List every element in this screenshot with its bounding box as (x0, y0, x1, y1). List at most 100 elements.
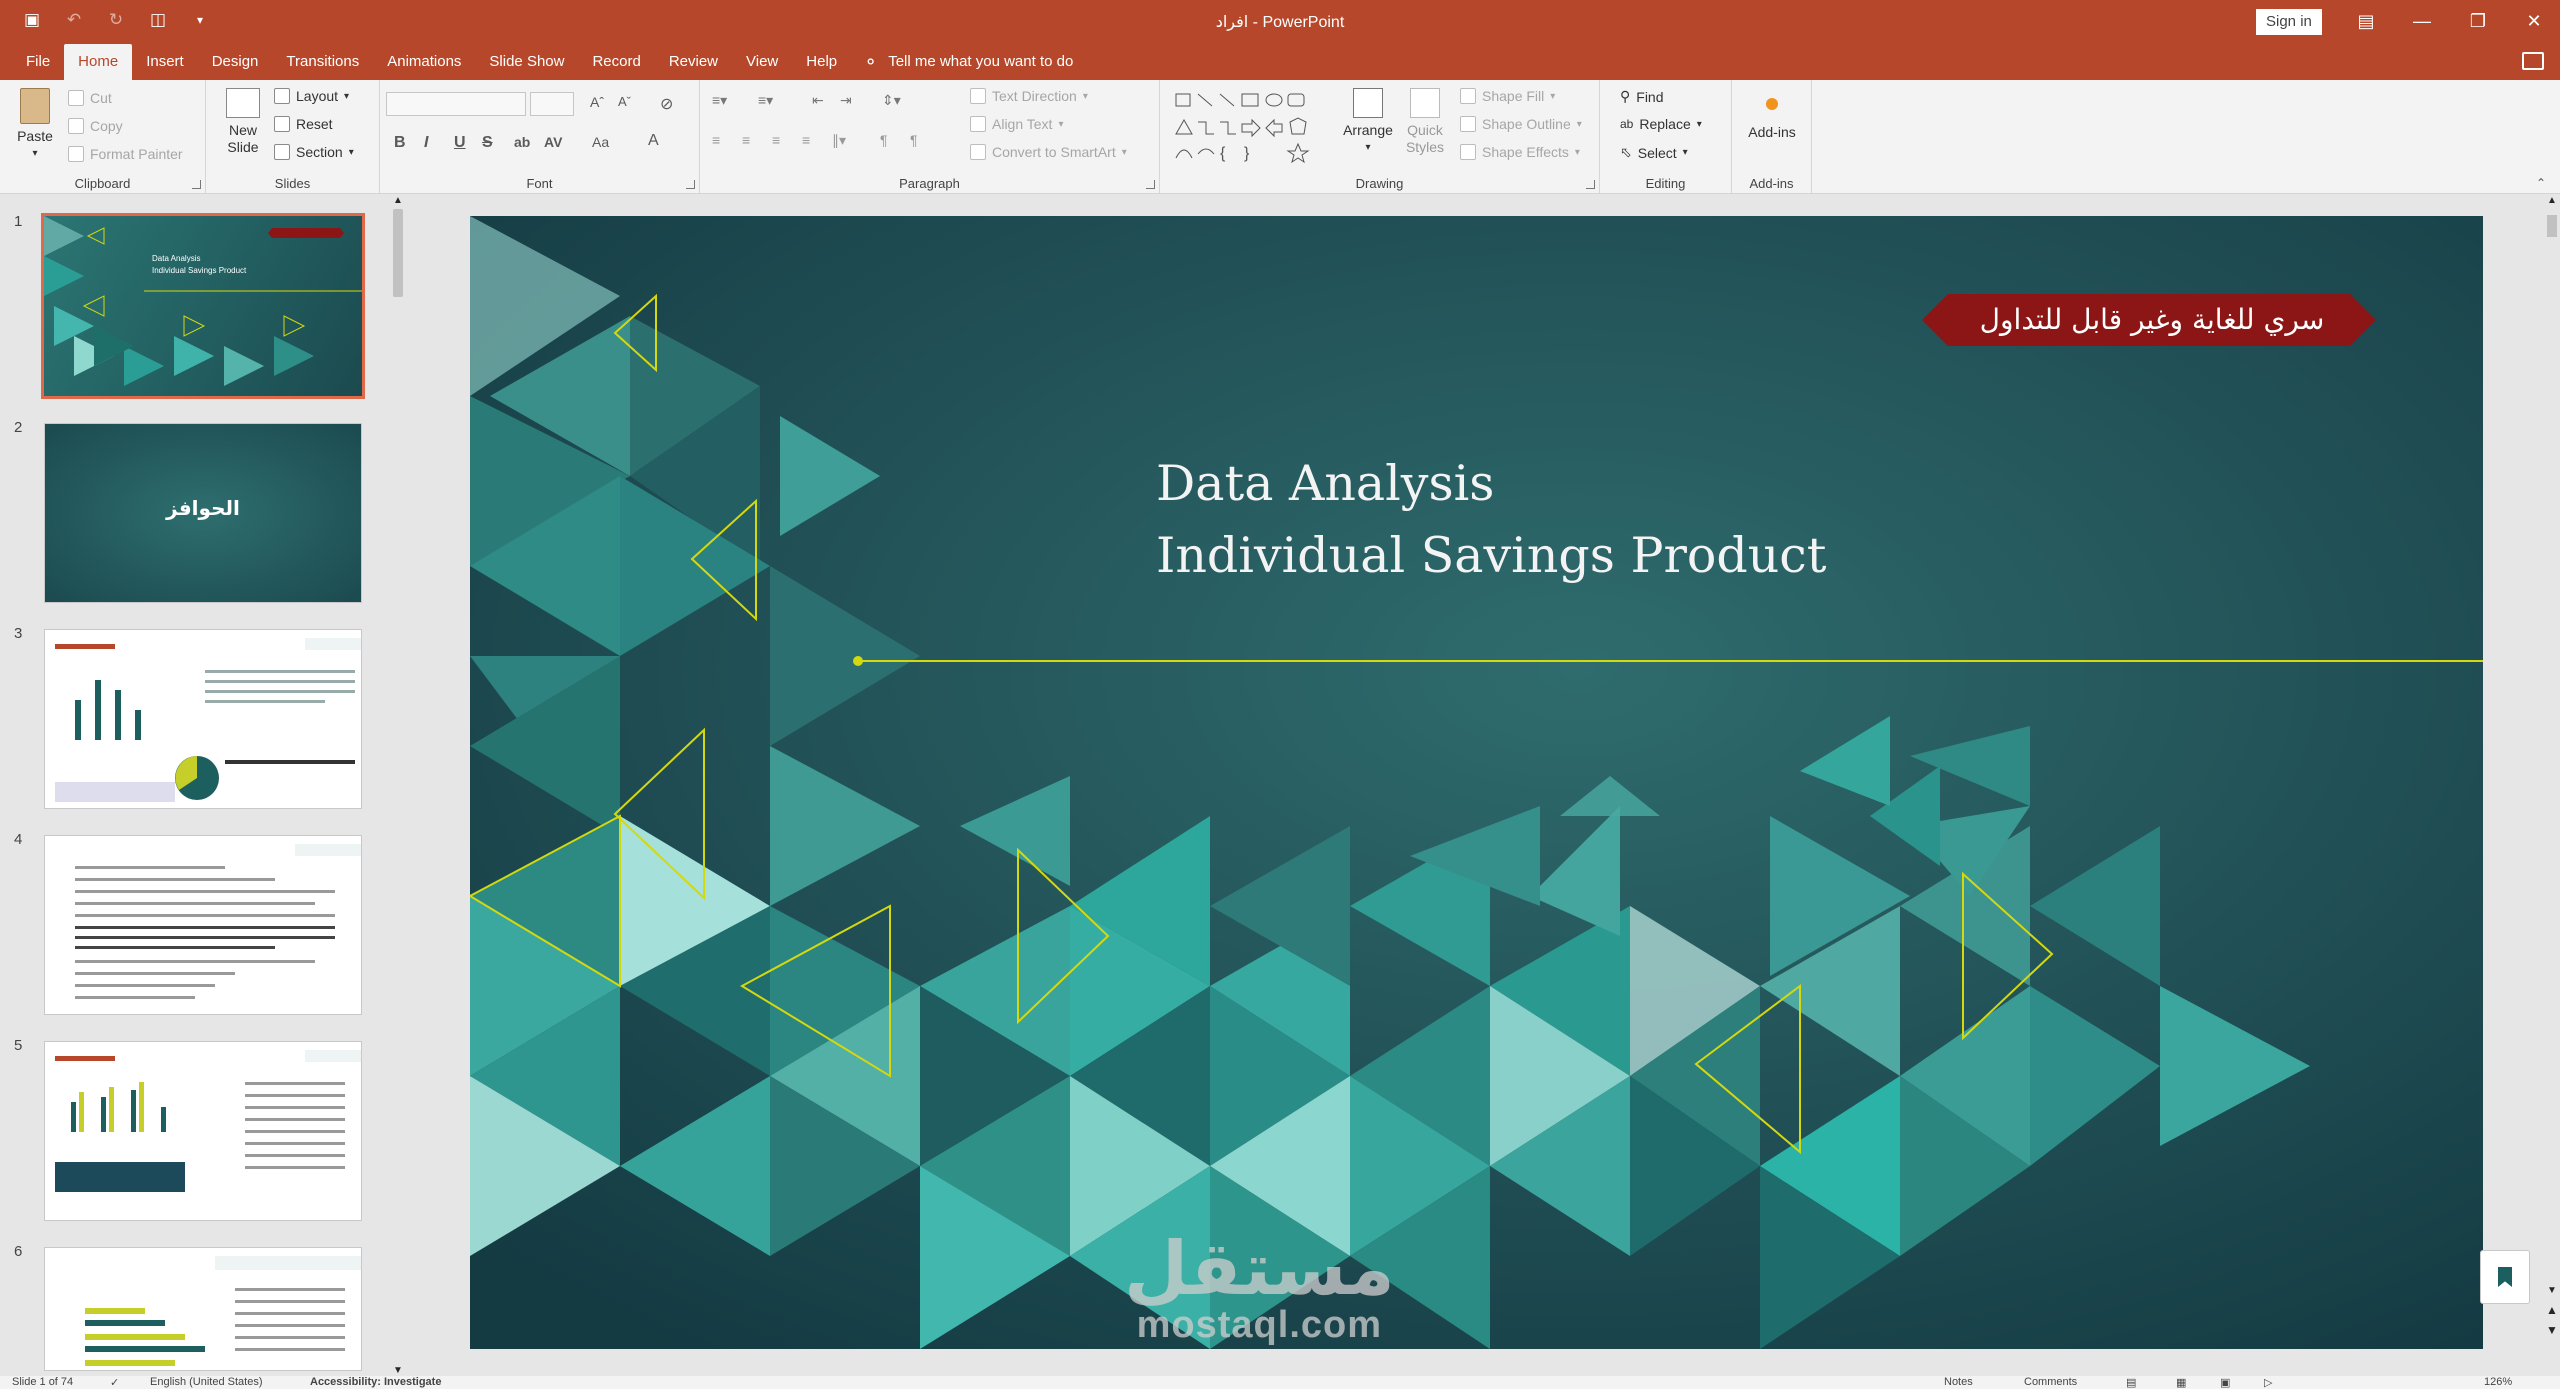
ltr-button[interactable]: ¶ (910, 132, 918, 148)
quick-styles-button[interactable]: Quick Styles (1400, 88, 1450, 156)
shape-elbow-2[interactable] (1220, 121, 1236, 135)
shape-effects-button[interactable]: Shape Effects ▾ (1460, 144, 1580, 160)
slide-count[interactable]: Slide 1 of 74 (12, 1376, 73, 1388)
shape-rounded-rect[interactable] (1287, 93, 1305, 107)
addins-button[interactable]: Add-ins (1738, 98, 1806, 141)
thumbnails-scrollbar[interactable]: ▲ ▼ (390, 195, 406, 1376)
notes-button[interactable]: Notes (1944, 1376, 1973, 1388)
paste-button[interactable]: Paste ▾ (12, 88, 58, 162)
editor-scrollbar[interactable]: ▲ ▼ ▲ ▼ (2544, 195, 2560, 1376)
shape-fill-button[interactable]: Shape Fill ▾ (1460, 88, 1555, 104)
numbering-button[interactable]: ≡▾ (758, 92, 773, 109)
columns-button[interactable]: ∥▾ (832, 132, 846, 149)
justify-button[interactable]: ≡ (802, 132, 810, 148)
drawing-launcher-icon[interactable] (1586, 180, 1595, 189)
slide-canvas[interactable]: سري للغاية وغير قابل للتداول Data Analys… (470, 216, 2483, 1349)
bullets-button[interactable]: ≡▾ (712, 92, 727, 109)
cut-button[interactable]: Cut (68, 90, 112, 106)
comments-button[interactable]: Comments (2024, 1376, 2077, 1388)
accessibility-status[interactable]: Accessibility: Investigate (310, 1376, 441, 1388)
shape-brace-right[interactable]: } (1244, 145, 1250, 162)
shape-outline-button[interactable]: Shape Outline ▾ (1460, 116, 1582, 132)
character-spacing-icon[interactable]: ab (514, 134, 530, 150)
tab-slide-show[interactable]: Slide Show (475, 44, 578, 80)
slide-title[interactable]: Data Analysis Individual Savings Product (1156, 448, 1826, 592)
tab-review[interactable]: Review (655, 44, 732, 80)
align-left-button[interactable]: ≡ (712, 132, 720, 148)
paragraph-launcher-icon[interactable] (1146, 180, 1155, 189)
shape-arrow-2[interactable] (1265, 118, 1283, 138)
scroll-up-icon[interactable]: ▲ (393, 195, 403, 206)
change-case-icon[interactable]: Aa (592, 134, 609, 150)
tab-record[interactable]: Record (578, 44, 654, 80)
ribbon-display-options-icon[interactable]: ▤ (2338, 6, 2394, 36)
next-slide-icon[interactable]: ▼ (2546, 1323, 2558, 1337)
align-right-button[interactable]: ≡ (772, 132, 780, 148)
sign-in-button[interactable]: Sign in (2256, 9, 2322, 35)
shape-arrow[interactable] (1241, 118, 1261, 138)
bold-icon[interactable]: B (394, 134, 406, 152)
normal-view-icon[interactable]: ▤ (2126, 1376, 2136, 1389)
tab-transitions[interactable]: Transitions (272, 44, 373, 80)
font-name-box[interactable] (386, 92, 526, 116)
align-text-button[interactable]: Align Text ▾ (970, 116, 1063, 132)
italic-icon[interactable]: I (424, 134, 428, 152)
reset-button[interactable]: Reset (274, 116, 333, 132)
shape-star[interactable] (1286, 142, 1310, 164)
new-slide-button[interactable]: New Slide (218, 88, 268, 156)
rtl-button[interactable]: ¶ (880, 132, 888, 148)
shape-oval[interactable] (1265, 93, 1283, 107)
find-button[interactable]: ⚲ Find (1620, 88, 1664, 105)
collapse-ribbon-icon[interactable]: ⌃ (2536, 176, 2546, 190)
reading-view-icon[interactable]: ▣ (2220, 1376, 2230, 1389)
tell-me-search[interactable]: ⚬ Tell me what you want to do (851, 44, 1073, 80)
increase-indent-button[interactable]: ⇥ (840, 92, 852, 109)
replace-button[interactable]: ab Replace ▾ (1620, 116, 1702, 132)
restore-icon[interactable]: ❐ (2450, 6, 2506, 36)
scroll-down-icon[interactable]: ▼ (393, 1365, 403, 1376)
language[interactable]: English (United States) (150, 1376, 263, 1388)
tab-home[interactable]: Home (64, 44, 133, 80)
line-spacing-button[interactable]: ⇕▾ (882, 92, 901, 109)
editor-scroll-down-icon[interactable]: ▼ (2547, 1285, 2557, 1296)
shape-triangle[interactable] (1175, 118, 1193, 135)
shape-rect[interactable] (1241, 93, 1259, 107)
decrease-indent-button[interactable]: ⇤ (812, 92, 824, 109)
shapes-gallery[interactable]: { } (1172, 88, 1332, 164)
convert-smartart-button[interactable]: Convert to SmartArt ▾ (970, 144, 1127, 160)
select-button[interactable]: ⬁ Select ▾ (1620, 144, 1688, 161)
tab-view[interactable]: View (732, 44, 792, 80)
strikethrough-icon[interactable]: S (482, 134, 493, 152)
section-button[interactable]: Section ▾ (274, 144, 354, 160)
slide-thumbnail-6[interactable] (44, 1247, 362, 1371)
shape-brace-left[interactable]: { (1220, 145, 1226, 162)
layout-button[interactable]: Layout ▾ (274, 88, 349, 104)
tab-file[interactable]: File (12, 44, 64, 80)
shape-arc[interactable] (1197, 148, 1215, 155)
slide-thumbnail-5[interactable] (44, 1041, 362, 1221)
slide-sorter-icon[interactable]: ▦ (2176, 1376, 2186, 1389)
clear-formatting-icon[interactable]: ⊘ (660, 94, 673, 114)
close-icon[interactable]: ✕ (2506, 6, 2560, 36)
thumbnails-scroll-thumb[interactable] (393, 209, 403, 297)
slide-thumbnail-3[interactable] (44, 629, 362, 809)
tab-design[interactable]: Design (198, 44, 273, 80)
slide-thumbnail-2[interactable]: الحوافز (44, 423, 362, 603)
spelling-icon[interactable]: ✓ (110, 1376, 119, 1389)
shape-elbow[interactable] (1198, 121, 1214, 135)
confidential-banner-text[interactable]: سري للغاية وغير قابل للتداول (1928, 294, 2376, 346)
comments-icon[interactable] (2522, 52, 2544, 70)
copy-button[interactable]: Copy (68, 118, 123, 134)
tab-insert[interactable]: Insert (132, 44, 198, 80)
tab-animations[interactable]: Animations (373, 44, 475, 80)
shape-pentagon[interactable] (1289, 117, 1307, 135)
text-direction-button[interactable]: Text Direction ▾ (970, 88, 1088, 104)
editor-scroll-up-icon[interactable]: ▲ (2547, 195, 2557, 206)
shape-curve[interactable] (1175, 149, 1193, 159)
editor-scroll-thumb[interactable] (2547, 215, 2557, 237)
minimize-icon[interactable]: — (2394, 6, 2450, 36)
increase-font-icon[interactable]: Aˆ (590, 94, 604, 110)
av-spacing-icon[interactable]: AV (544, 134, 562, 150)
slide-thumbnail-4[interactable] (44, 835, 362, 1015)
font-size-box[interactable] (530, 92, 574, 116)
